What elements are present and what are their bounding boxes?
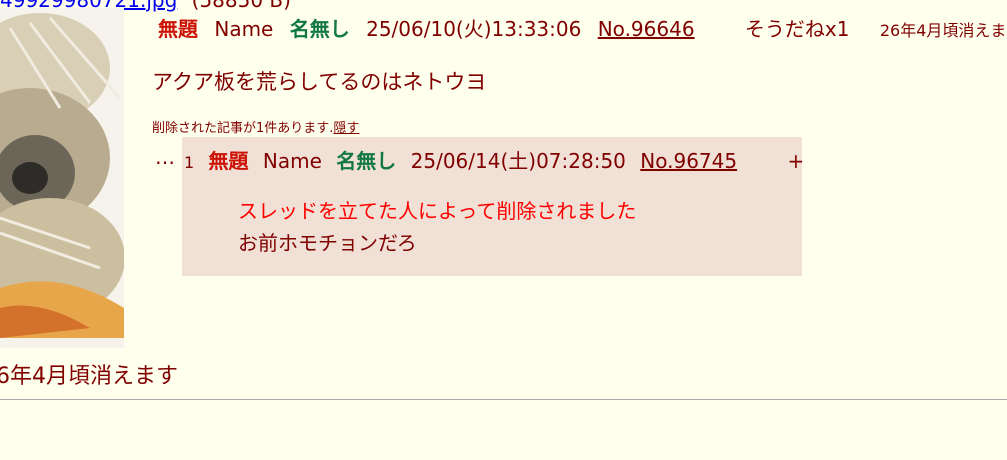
expire-notice: 26年4月頃消えます — [879, 21, 1007, 40]
divider — [0, 399, 1007, 400]
reply-number-link[interactable]: No.96745 — [640, 149, 737, 173]
reply-deleted-message: スレッドを立てた人によって削除されました — [238, 199, 637, 223]
post-datetime: 25/06/10(火)13:33:06 — [366, 17, 582, 41]
reply-name-label: Name — [262, 149, 322, 173]
deleted-notice-text: 削除された記事が1件あります. — [152, 121, 334, 136]
deleted-notice: 削除された記事が1件あります.隠す — [152, 117, 359, 136]
reply-poster-name: 名無し — [336, 149, 397, 173]
reply-text: お前ホモチョンだろ — [238, 231, 417, 255]
hide-deleted-link[interactable]: 隠す — [333, 121, 359, 136]
reply-post: 1 無題 Name 名無し 25/06/14(土)07:28:50 No.967… — [182, 137, 804, 276]
reply-indent-dots: … — [155, 145, 175, 169]
post-body: アクア板を荒らしてるのはネトウヨ — [152, 70, 487, 94]
post-number-link[interactable]: No.96646 — [598, 17, 695, 41]
sodane-button[interactable]: そうだねx1 — [745, 17, 850, 41]
reply-title: 無題 — [208, 149, 249, 173]
name-label: Name — [214, 17, 274, 41]
file-size: (58850 B) — [191, 0, 291, 12]
reply-index: 1 — [184, 153, 195, 172]
sodane-plus-button[interactable]: + — [787, 149, 804, 173]
reply-body: スレッドを立てた人によって削除されました お前ホモチョンだろ — [238, 195, 636, 259]
post-title: 無題 — [158, 17, 198, 41]
lower-expire-notice: 6年4月頃消えます — [0, 364, 178, 389]
reply-header: 1 無題 Name 名無し 25/06/14(土)07:28:50 No.967… — [184, 145, 812, 174]
fish-thumbnail[interactable] — [0, 8, 124, 348]
post-header: 無題 Name 名無し 25/06/10(火)13:33:06 No.96646… — [158, 13, 1007, 42]
poster-name: 名無し — [289, 17, 350, 41]
reply-datetime: 25/06/14(土)07:28:50 — [410, 149, 626, 173]
